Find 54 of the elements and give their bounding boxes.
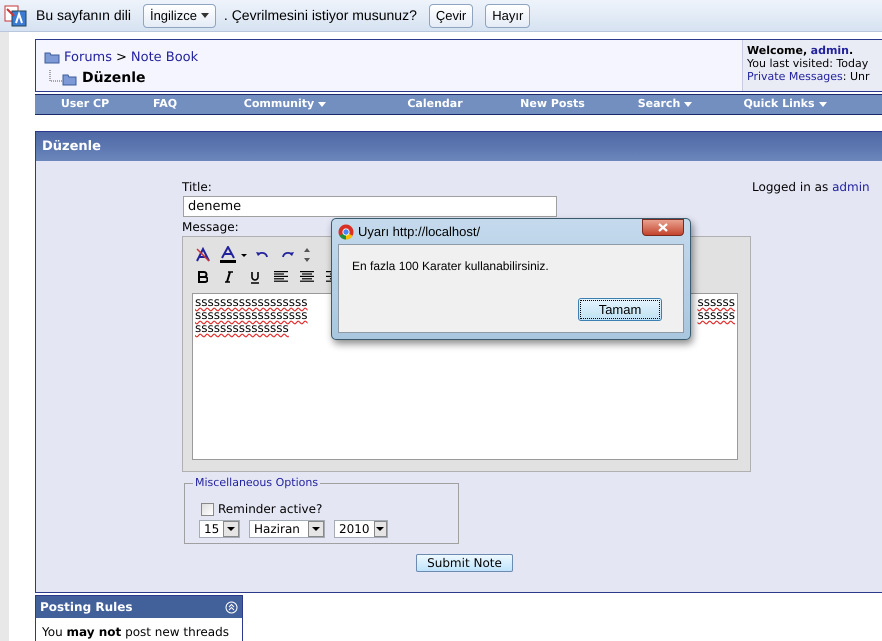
reminder-checkbox[interactable]	[201, 502, 214, 516]
resize-arrows-icon[interactable]	[303, 247, 311, 263]
caret-icon	[818, 102, 827, 107]
question-text: . Çevrilmesini istiyor musunuz?	[224, 6, 417, 25]
posting-rules-title: Posting Rules	[40, 599, 133, 616]
panel-title: Düzenle	[42, 138, 101, 156]
welcome-text: Welcome,	[747, 44, 808, 57]
fieldset-legend: Miscellaneous Options	[193, 475, 320, 492]
message-label: Message:	[182, 219, 239, 236]
private-messages-link[interactable]: Private Messages	[747, 70, 843, 83]
breadcrumb-link[interactable]: Forums	[64, 48, 112, 68]
breadcrumb-separator: >	[116, 49, 127, 67]
folder-icon	[44, 51, 60, 64]
caret-icon	[318, 102, 326, 107]
reminder-label: Reminder active?	[218, 501, 322, 518]
ok-button[interactable]: Tamam	[578, 298, 662, 321]
dialog-message: En fazla 100 Karater kullanabilirsiniz.	[352, 258, 550, 275]
page-title: Düzenle	[82, 68, 146, 88]
subfolder-icon	[48, 70, 78, 86]
dropdown-icon	[308, 521, 324, 537]
close-button[interactable]	[642, 219, 684, 236]
collapse-icon[interactable]	[225, 600, 238, 614]
unread-text: : Unr	[842, 70, 870, 83]
dropdown-icon	[223, 521, 239, 537]
period-text: .	[849, 44, 854, 57]
message-text: ssssss	[697, 309, 735, 322]
last-visited-text: You last visited: Today	[747, 57, 870, 70]
user-link[interactable]: admin	[810, 44, 850, 57]
translate-bar-button[interactable]: Çevir	[428, 4, 474, 28]
logged-in-text: Logged in as	[752, 180, 828, 194]
browser-logo-icon	[338, 224, 354, 240]
title-input[interactable]: deneme	[183, 196, 557, 217]
translate-bar-button[interactable]: Hayır	[485, 4, 530, 28]
user-link[interactable]: admin	[832, 180, 870, 194]
prompt-text: Bu sayfanın dili	[36, 6, 131, 25]
title-label: Title:	[182, 179, 213, 196]
posting-rules-text: You may not post new threads	[41, 624, 230, 641]
font-color-icon[interactable]	[218, 246, 247, 264]
message-text: sssssssssssssss	[195, 322, 289, 335]
breadcrumb-link[interactable]: Note Book	[130, 48, 198, 68]
message-text: ssssssssssssssssss	[195, 309, 308, 322]
select-field[interactable]: 2010	[334, 520, 388, 538]
caret-icon	[684, 102, 692, 107]
select-field[interactable]: 15	[199, 520, 240, 538]
select-field[interactable]: Haziran	[249, 520, 325, 538]
language-dropdown[interactable]: İngilizce	[142, 4, 216, 28]
dialog-title: Uyarı http://localhost/	[358, 222, 480, 241]
caret-icon	[200, 13, 209, 18]
translate-icon	[4, 4, 28, 28]
close-icon	[658, 223, 668, 232]
submit-button[interactable]: Submit Note	[416, 554, 513, 572]
message-text: ssssssssssssssssss	[195, 296, 308, 309]
dropdown-icon	[374, 521, 387, 537]
message-text: ssssss	[697, 296, 735, 309]
